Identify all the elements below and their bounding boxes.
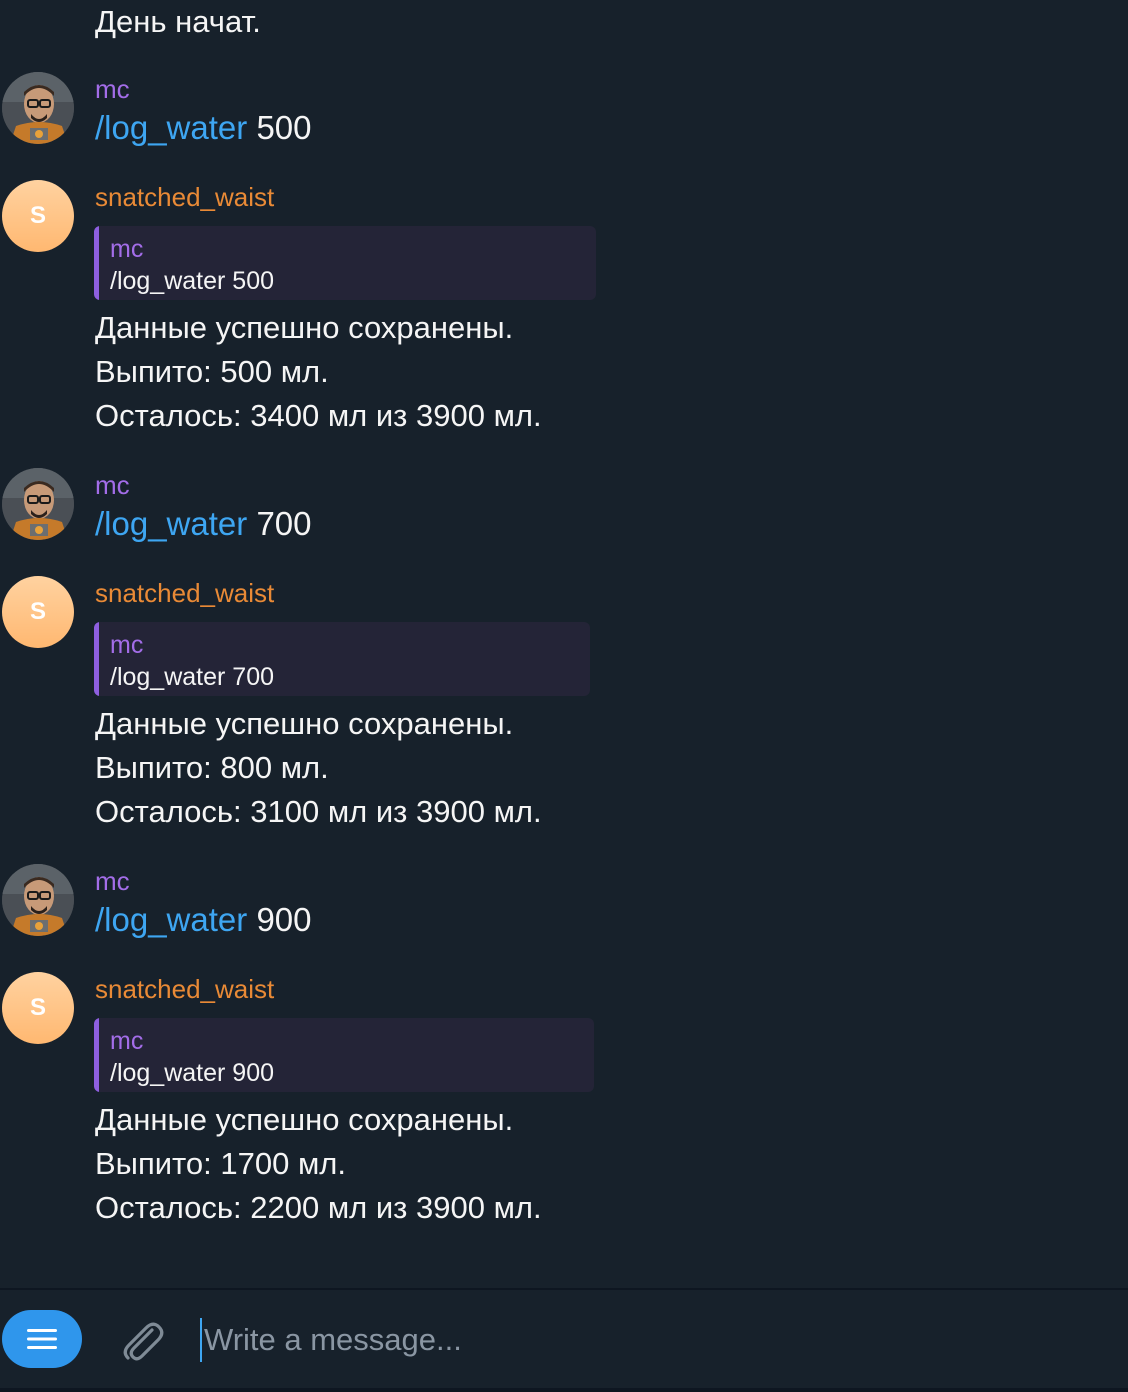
user-avatar[interactable] — [2, 468, 74, 540]
bot-avatar[interactable]: S — [2, 972, 74, 1044]
reply-quote[interactable]: mc /log_water 900 — [94, 1018, 594, 1092]
reply-quote[interactable]: mc /log_water 700 — [94, 622, 590, 696]
user-avatar-photo-icon — [2, 864, 74, 936]
chat-history: День начат. mc /log_water 500 S snatched… — [0, 0, 1128, 1288]
bot-avatar-letter: S — [29, 202, 46, 229]
user-name[interactable]: mc — [95, 865, 130, 897]
user-name[interactable]: mc — [95, 469, 130, 501]
attach-button[interactable] — [116, 1314, 168, 1366]
bot-reply-line: Данные успешно сохранены. — [95, 310, 514, 345]
user-name[interactable]: mc — [95, 73, 130, 105]
bot-reply-line: Осталось: 3100 мл из 3900 мл. — [95, 794, 542, 829]
bot-reply-line: Данные успешно сохранены. — [95, 1102, 514, 1137]
bot-avatar-letter: S — [29, 598, 46, 625]
quote-text: /log_water 500 — [110, 267, 275, 295]
quote-bar — [94, 622, 99, 696]
day-started-message: День начат. — [95, 4, 261, 39]
user-message: /log_water 700 — [95, 502, 312, 546]
bottom-divider — [0, 1388, 1128, 1392]
quote-author: mc — [110, 1027, 144, 1055]
quote-author: mc — [110, 631, 144, 659]
bot-reply-line: Выпито: 800 мл. — [95, 750, 329, 785]
bot-menu-button[interactable] — [2, 1310, 82, 1368]
command-link[interactable]: /log_water — [95, 109, 247, 146]
user-avatar[interactable] — [2, 864, 74, 936]
bot-avatar[interactable]: S — [2, 576, 74, 648]
quote-text: /log_water 700 — [110, 663, 275, 691]
command-argument: 900 — [256, 901, 312, 938]
quote-author: mc — [110, 235, 144, 263]
message-composer — [0, 1288, 1128, 1392]
command-link[interactable]: /log_water — [95, 505, 247, 542]
command-argument: 500 — [256, 109, 312, 146]
user-avatar-photo-icon — [2, 468, 74, 540]
bot-avatar-letter: S — [29, 994, 46, 1021]
user-message: /log_water 500 — [95, 106, 312, 150]
bot-name[interactable]: snatched_waist — [95, 973, 274, 1005]
user-avatar[interactable] — [2, 72, 74, 144]
user-message: /log_water 900 — [95, 898, 312, 942]
quote-bar — [94, 226, 99, 300]
paperclip-icon — [123, 1322, 164, 1361]
bot-name[interactable]: snatched_waist — [95, 577, 274, 609]
bot-reply-line: Данные успешно сохранены. — [95, 706, 514, 741]
quote-text: /log_water 900 — [110, 1059, 275, 1087]
bot-reply-line: Осталось: 3400 мл из 3900 мл. — [95, 398, 542, 433]
quote-bar — [94, 1018, 99, 1092]
command-argument: 700 — [256, 505, 312, 542]
user-avatar-photo-icon — [2, 72, 74, 144]
bot-name[interactable]: snatched_waist — [95, 181, 274, 213]
bot-reply-line: Выпито: 500 мл. — [95, 354, 329, 389]
bot-reply-line: Осталось: 2200 мл из 3900 мл. — [95, 1190, 542, 1225]
menu-icon — [27, 1329, 57, 1349]
command-link[interactable]: /log_water — [95, 901, 247, 938]
reply-quote[interactable]: mc /log_water 500 — [94, 226, 596, 300]
bot-avatar[interactable]: S — [2, 180, 74, 252]
message-input[interactable] — [200, 1318, 1104, 1362]
bot-reply-line: Выпито: 1700 мл. — [95, 1146, 346, 1181]
